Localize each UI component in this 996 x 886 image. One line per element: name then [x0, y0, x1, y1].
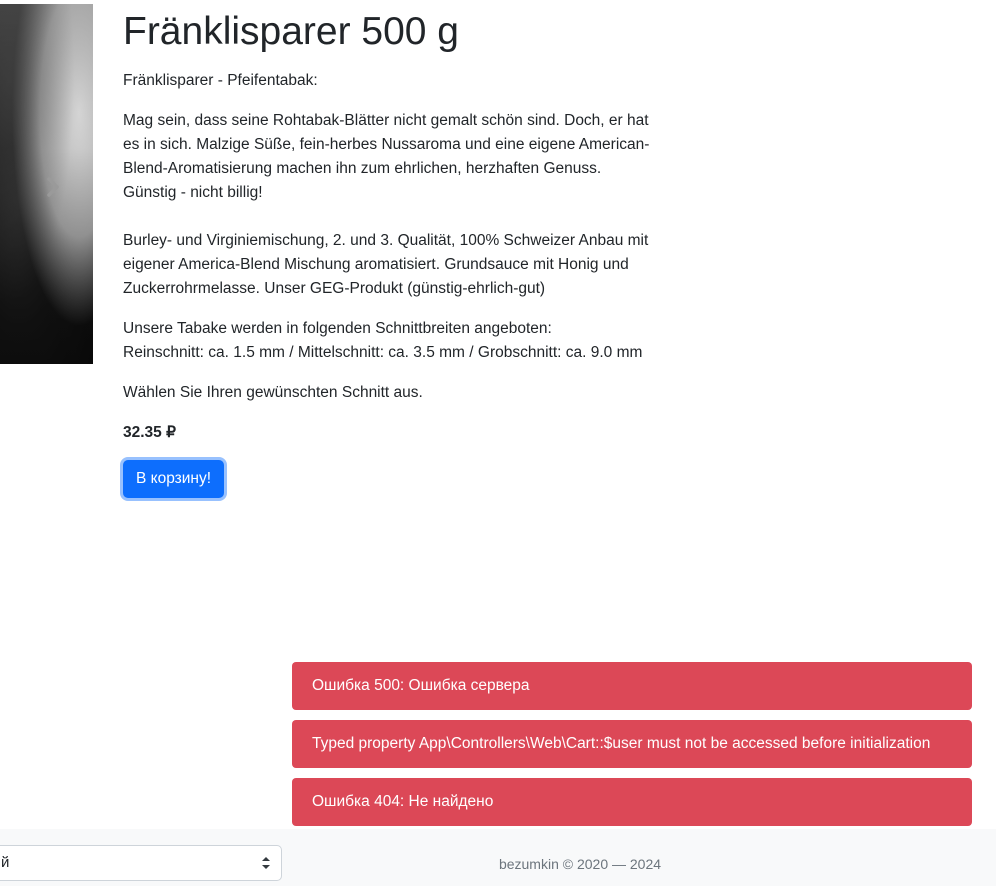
product-price: 32.35 ₽: [123, 424, 176, 441]
description-line: Mag sein, dass seine Rohtabak-Blätter ni…: [123, 112, 649, 129]
description-line: es in sich. Malzige Süße, fein-herbes Nu…: [123, 136, 650, 153]
product-title: Fränklisparer 500 g: [123, 10, 459, 53]
footer: й bezumkin © 2020 — 2024: [0, 829, 996, 886]
error-alert[interactable]: Ошибка 500: Ошибка сервера: [292, 662, 972, 710]
description-line: Blend-Aromatisierung machen ihn zum ehrl…: [123, 160, 602, 177]
carousel-next-button[interactable]: [42, 172, 64, 202]
product-subtitle: Fränklisparer - Pfeifentabak:: [123, 72, 318, 89]
cut-line: Reinschnitt: ca. 1.5 mm / Mittelschnitt:…: [123, 344, 643, 361]
chevron-right-icon: [47, 177, 59, 197]
cut-widths-info: Unsere Tabake werden in folgenden Schnit…: [123, 317, 668, 365]
product-image-carousel: [0, 4, 93, 364]
choose-cut-text: Wählen Sie Ihren gewünschten Schnitt aus…: [123, 384, 423, 401]
description-line: eigener America-Blend Mischung aromatisi…: [123, 256, 629, 273]
add-to-cart-button[interactable]: В корзину!: [123, 460, 225, 498]
product-description: Mag sein, dass seine Rohtabak-Blätter ni…: [123, 109, 668, 301]
description-line: Burley- und Virginiemischung, 2. und 3. …: [123, 232, 649, 249]
error-alert[interactable]: Typed property App\Controllers\Web\Cart:…: [292, 720, 972, 768]
copyright-text: bezumkin © 2020 — 2024: [498, 856, 662, 872]
alert-stack: Ошибка 500: Ошибка сервера Typed propert…: [292, 662, 972, 836]
description-line: Günstig - nicht billig!: [123, 184, 263, 201]
product-page: Fränklisparer 500 g Fränklisparer - Pfei…: [0, 0, 996, 886]
cut-line: Unsere Tabake werden in folgenden Schnit…: [123, 320, 552, 337]
error-alert[interactable]: Ошибка 404: Не найдено: [292, 778, 972, 826]
product-info: Fränklisparer 500 g Fränklisparer - Pfei…: [123, 8, 668, 498]
description-line: Zuckerrohrmelasse. Unser GEG-Produkt (gü…: [123, 280, 546, 297]
